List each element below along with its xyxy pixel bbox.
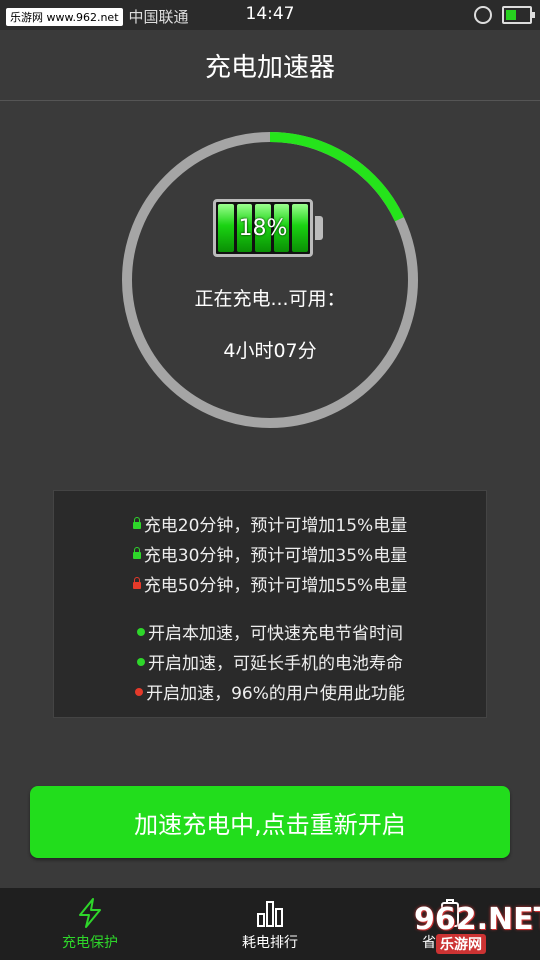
nav-label: 充电保护 <box>62 935 118 951</box>
estimate-text: 充电50分钟，预计可增加55%电量 <box>143 576 408 596</box>
page-title: 充电加速器 <box>204 52 335 83</box>
estimate-text: 充电20分钟，预计可增加15%电量 <box>143 516 408 536</box>
benefit-text: 开启加速，96%的用户使用此功能 <box>146 684 405 704</box>
bar-chart-icon <box>257 901 283 927</box>
bottom-nav: 充电保护 耗电排行 省电模式 962.NET 乐游网 <box>0 888 540 960</box>
remaining-time: 4小时07分 <box>223 340 317 362</box>
benefit-text: 开启本加速，可快速充电节省时间 <box>148 624 403 644</box>
bullet-dot-icon <box>135 687 144 696</box>
status-bar: 乐游网 www.962.net 中国联通 14:47 <box>0 0 540 30</box>
benefit-row: 开启本加速，可快速充电节省时间 <box>54 619 486 644</box>
page-header: 充电加速器 <box>0 30 540 101</box>
benefit-row: 开启加速，可延长手机的电池寿命 <box>54 649 486 674</box>
charge-progress-ring: 18% 正在充电...可用： 4小时07分 <box>120 130 420 430</box>
logo-sub-text: 乐游网 <box>436 934 486 954</box>
estimate-row: 充电20分钟，预计可增加15%电量 <box>54 511 486 536</box>
lock-icon <box>132 516 141 529</box>
battery-percent: 18% <box>238 215 288 241</box>
site-logo-watermark: 962.NET 乐游网 <box>406 900 540 956</box>
lock-icon <box>132 576 141 589</box>
benefit-row: 开启加速，96%的用户使用此功能 <box>54 679 486 704</box>
nav-item-charge-protect[interactable]: 充电保护 <box>0 888 180 960</box>
battery-cap <box>315 216 323 240</box>
logo-main-text: 962.NET <box>414 902 540 937</box>
restart-acceleration-button[interactable]: 加速充电中,点击重新开启 <box>30 786 510 858</box>
estimate-row: 充电30分钟，预计可增加35%电量 <box>54 541 486 566</box>
nav-item-power-ranking[interactable]: 耗电排行 <box>180 888 360 960</box>
progress-ring-graphic <box>122 132 418 428</box>
benefit-text: 开启加速，可延长手机的电池寿命 <box>148 654 403 674</box>
status-bar-right <box>474 6 535 24</box>
estimate-text: 充电30分钟，预计可增加35%电量 <box>143 546 408 566</box>
lightning-icon <box>79 898 101 928</box>
status-time: 14:47 <box>245 4 295 24</box>
charging-tips-panel: 充电20分钟，预计可增加15%电量 充电30分钟，预计可增加35%电量 充电50… <box>53 490 487 718</box>
bullet-dot-icon <box>137 627 145 636</box>
charging-status-label: 正在充电...可用： <box>194 288 346 310</box>
nav-label: 耗电排行 <box>242 935 298 951</box>
battery-charging-icon <box>502 6 535 24</box>
lock-icon <box>132 546 141 559</box>
estimate-row: 充电50分钟，预计可增加55%电量 <box>54 571 486 596</box>
alarm-icon <box>474 6 492 24</box>
bullet-dot-icon <box>137 657 145 666</box>
